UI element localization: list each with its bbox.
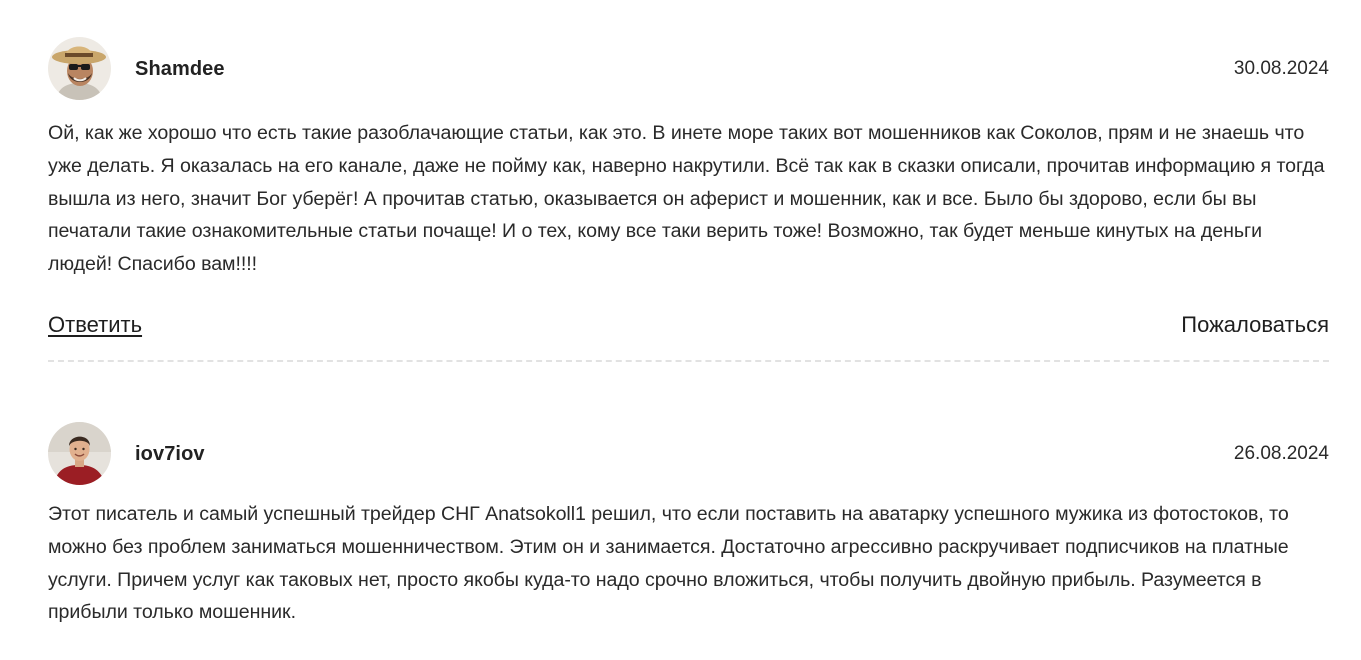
avatar[interactable]: [48, 421, 111, 485]
comment-date: 30.08.2024: [1233, 58, 1329, 79]
comment-text: Этот писатель и самый успешный трейдер С…: [48, 502, 1289, 624]
comments-list: Shamdee 30.08.2024 Ой, как же хорошо что…: [48, 0, 1329, 629]
comment-author: Shamdee: [135, 58, 225, 80]
comment-author: iov7iov: [135, 442, 205, 465]
user-photo-icon: [48, 37, 111, 100]
comment-date: 26.08.2024: [1233, 442, 1329, 464]
avatar[interactable]: [48, 37, 111, 100]
comment: iov7iov 26.08.2024 Этот писатель и самый…: [48, 370, 1329, 629]
user-photo-icon: [48, 421, 111, 485]
comment-divider: [48, 359, 1329, 362]
reply-link[interactable]: Ответить: [48, 312, 142, 338]
comment: Shamdee 30.08.2024 Ой, как же хорошо что…: [48, 0, 1329, 362]
comment-actions: Ответить Пожаловаться: [48, 312, 1329, 342]
report-link[interactable]: Пожаловаться: [1181, 312, 1329, 338]
comment-header: Shamdee 30.08.2024: [48, 37, 1329, 101]
comment-header: iov7iov 26.08.2024: [48, 421, 1329, 486]
comment-text: Ой, как же хорошо что есть такие разобла…: [48, 122, 1325, 276]
